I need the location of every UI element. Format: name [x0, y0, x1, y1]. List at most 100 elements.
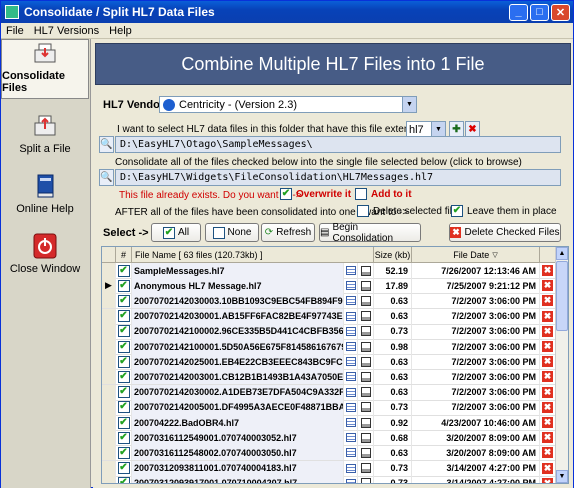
view-doc-cell[interactable]: [358, 445, 374, 461]
row-checkbox-cell[interactable]: ✔: [116, 430, 132, 446]
table-row[interactable]: ✔ 20070312093811001.070740004183.hl7 0.73 3…: [102, 460, 556, 477]
row-delete-cell[interactable]: ✖: [540, 415, 556, 430]
close-button[interactable]: ✕: [551, 3, 570, 21]
view-doc-cell[interactable]: [358, 339, 374, 354]
sidebar-item-help[interactable]: Online Help: [1, 159, 89, 219]
view-doc-cell[interactable]: [358, 430, 374, 446]
row-checkbox-cell[interactable]: ✔: [116, 384, 132, 400]
row-delete-cell[interactable]: ✖: [540, 263, 556, 278]
row-selector[interactable]: [102, 399, 116, 415]
row-checkbox-cell[interactable]: ✔: [116, 308, 132, 324]
table-row[interactable]: ✔ 20070702142100001.5D50A56E675F814586167…: [102, 339, 556, 355]
row-checkbox[interactable]: ✔: [117, 310, 130, 323]
row-delete-cell[interactable]: ✖: [540, 308, 556, 324]
scroll-thumb[interactable]: [556, 261, 568, 331]
row-checkbox-cell[interactable]: ✔: [116, 278, 132, 294]
row-delete-cell[interactable]: ✖: [540, 369, 556, 385]
select-all-button[interactable]: ✔ All: [151, 223, 201, 242]
browse-folder-button[interactable]: 🔍: [99, 136, 114, 153]
view-doc-cell[interactable]: [358, 293, 374, 309]
row-checkbox[interactable]: ✔: [117, 294, 130, 307]
row-selector[interactable]: [102, 415, 116, 430]
sidebar-item-consolidate[interactable]: Consolidate Files: [1, 39, 89, 99]
row-checkbox-cell[interactable]: ✔: [116, 339, 132, 354]
row-selector[interactable]: [102, 339, 116, 354]
row-selector[interactable]: [102, 354, 116, 370]
scroll-down-icon[interactable]: ▼: [556, 470, 568, 483]
view-grid-cell[interactable]: [344, 460, 358, 476]
menu-hl7-versions[interactable]: HL7 Versions: [29, 25, 104, 37]
select-none-button[interactable]: ✔ None: [205, 223, 259, 242]
row-checkbox-cell[interactable]: ✔: [116, 323, 132, 339]
row-selector[interactable]: [102, 445, 116, 461]
view-doc-cell[interactable]: [358, 384, 374, 400]
row-delete-cell[interactable]: ✖: [540, 354, 556, 370]
row-checkbox-cell[interactable]: ✔: [116, 263, 132, 278]
table-row[interactable]: ✔ SampleMessages.hl7 52.19 7/26/2007 12:13:…: [102, 263, 556, 279]
row-delete-cell[interactable]: ✖: [540, 323, 556, 339]
row-delete-cell[interactable]: ✖: [540, 445, 556, 461]
overwrite-option[interactable]: ✔ Overwrite it: [280, 188, 351, 200]
view-doc-cell[interactable]: [358, 369, 374, 385]
view-doc-cell[interactable]: [358, 323, 374, 339]
leave-files-checkbox[interactable]: ✔: [451, 205, 463, 217]
view-grid-cell[interactable]: [344, 399, 358, 415]
row-delete-cell[interactable]: ✖: [540, 460, 556, 476]
view-grid-cell[interactable]: [344, 354, 358, 370]
view-grid-cell[interactable]: [344, 323, 358, 339]
row-checkbox[interactable]: ✔: [117, 462, 130, 475]
row-delete-cell[interactable]: ✖: [540, 293, 556, 309]
header-date[interactable]: File Date ▽: [412, 247, 540, 262]
row-selector[interactable]: [102, 460, 116, 476]
table-row[interactable]: ✔ 20070316112548002.070740003050.hl7 0.63 3…: [102, 445, 556, 462]
row-checkbox-cell[interactable]: ✔: [116, 399, 132, 415]
row-selector[interactable]: [102, 475, 116, 483]
delete-checked-button[interactable]: ✖ Delete Checked Files: [449, 223, 561, 242]
view-grid-cell[interactable]: [344, 308, 358, 324]
delete-files-checkbox[interactable]: ✔: [357, 205, 369, 217]
view-doc-cell[interactable]: [358, 475, 374, 483]
view-doc-cell[interactable]: [358, 354, 374, 370]
row-checkbox-cell[interactable]: ✔: [116, 460, 132, 476]
view-grid-cell[interactable]: [344, 445, 358, 461]
row-checkbox[interactable]: ✔: [117, 401, 130, 414]
view-grid-cell[interactable]: [344, 415, 358, 430]
row-selector[interactable]: [102, 263, 116, 278]
row-delete-cell[interactable]: ✖: [540, 384, 556, 400]
table-row[interactable]: ✔ 20070702142003001.CB12B1B1493B1A43A7050…: [102, 369, 556, 386]
table-row[interactable]: ✔ 20070312093917001.070710004207.hl7 0.73 3…: [102, 475, 556, 483]
row-selector[interactable]: [102, 430, 116, 446]
scroll-up-icon[interactable]: ▲: [556, 247, 568, 260]
browse-target-button[interactable]: 🔍: [99, 169, 114, 186]
table-row[interactable]: ✔ 20070702142030001.AB15FF6FAC82BE4F97743…: [102, 308, 556, 325]
refresh-button[interactable]: ⟳ Refresh: [261, 223, 315, 242]
header-size[interactable]: Size (kb): [374, 247, 412, 262]
row-selector[interactable]: [102, 369, 116, 385]
row-checkbox-cell[interactable]: ✔: [116, 445, 132, 461]
menu-file[interactable]: File: [1, 25, 29, 37]
table-row[interactable]: ▶ ✔ Anonymous HL7 Message.hl7 17.89 7/25/200…: [102, 278, 556, 295]
add-option[interactable]: ✔ Add to it: [355, 188, 412, 200]
row-checkbox-cell[interactable]: ✔: [116, 415, 132, 430]
row-delete-cell[interactable]: ✖: [540, 399, 556, 415]
view-grid-cell[interactable]: [344, 293, 358, 309]
row-checkbox[interactable]: ✔: [117, 264, 130, 277]
view-grid-cell[interactable]: [344, 369, 358, 385]
row-delete-cell[interactable]: ✖: [540, 430, 556, 446]
row-delete-cell[interactable]: ✖: [540, 339, 556, 354]
table-row[interactable]: ✔ 20070316112549001.070740003052.hl7 0.68 3…: [102, 430, 556, 447]
view-grid-cell[interactable]: [344, 339, 358, 354]
row-checkbox[interactable]: ✔: [117, 370, 130, 383]
table-row[interactable]: ✔ 20070702142030003.10BB1093C9EBC54FB894F…: [102, 293, 556, 310]
row-checkbox-cell[interactable]: ✔: [116, 293, 132, 309]
row-checkbox-cell[interactable]: ✔: [116, 369, 132, 385]
folder-path-field[interactable]: D:\EasyHL7\Otago\SampleMessages\: [115, 136, 561, 153]
row-checkbox[interactable]: ✔: [117, 446, 130, 459]
delete-files-option[interactable]: ✔ Delete selected files: [357, 205, 463, 217]
view-doc-cell[interactable]: [358, 263, 374, 278]
row-checkbox-cell[interactable]: ✔: [116, 354, 132, 370]
vertical-scrollbar[interactable]: ▲ ▼: [555, 247, 568, 483]
view-doc-cell[interactable]: [358, 399, 374, 415]
sidebar-item-close[interactable]: Close Window: [1, 219, 89, 279]
view-doc-cell[interactable]: [358, 415, 374, 430]
